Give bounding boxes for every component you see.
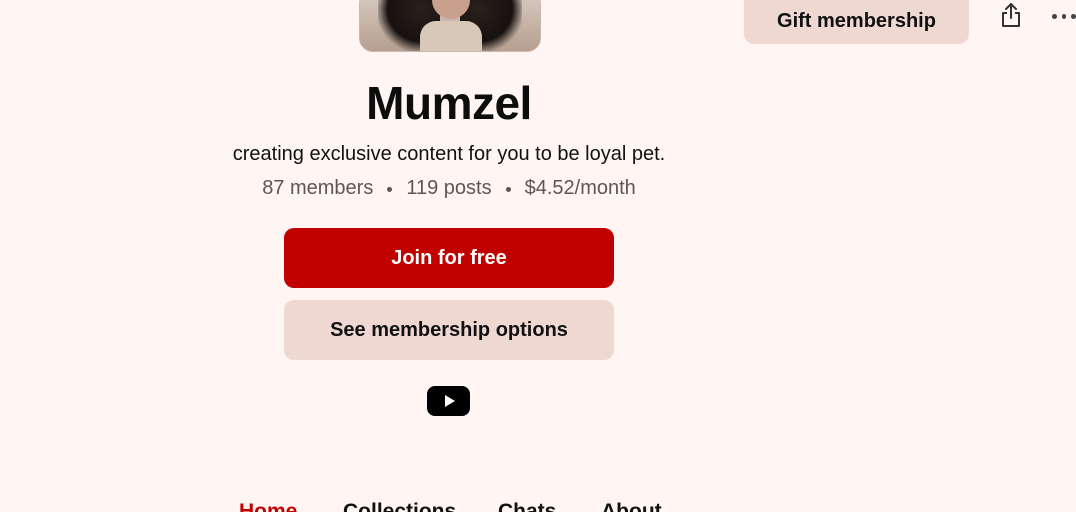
share-button[interactable] bbox=[996, 0, 1026, 30]
more-dot-icon bbox=[1061, 13, 1067, 19]
posts-count: 119 posts bbox=[406, 177, 492, 199]
creator-avatar bbox=[359, 0, 541, 52]
creator-name: Mumzel bbox=[366, 77, 532, 129]
tab-chats[interactable]: Chats bbox=[498, 500, 556, 512]
creator-page: Gift membership Mumzel creating exclusiv… bbox=[0, 0, 1076, 512]
stats-separator bbox=[387, 187, 393, 192]
youtube-icon bbox=[444, 395, 455, 407]
creator-tagline: creating exclusive content for you to be… bbox=[232, 143, 666, 165]
more-dot-icon bbox=[1071, 13, 1076, 19]
creator-tabs: Home Collections Chats About bbox=[0, 500, 1076, 512]
more-dot-icon bbox=[1052, 13, 1057, 19]
share-icon bbox=[1002, 3, 1020, 27]
creator-stats: 87 members 119 posts $4.52/month bbox=[149, 177, 749, 200]
youtube-link[interactable] bbox=[427, 386, 470, 416]
membership-price: $4.52/month bbox=[524, 177, 636, 199]
more-options-button[interactable] bbox=[1052, 6, 1076, 26]
members-count: 87 members bbox=[262, 177, 374, 199]
tab-home[interactable]: Home bbox=[239, 500, 297, 512]
join-for-free-button[interactable]: Join for free bbox=[284, 228, 614, 288]
stats-separator bbox=[505, 187, 511, 192]
gift-membership-button[interactable]: Gift membership bbox=[744, 0, 969, 44]
see-membership-options-button[interactable]: See membership options bbox=[284, 300, 614, 360]
tab-about[interactable]: About bbox=[601, 500, 662, 512]
tab-collections[interactable]: Collections bbox=[343, 500, 456, 512]
